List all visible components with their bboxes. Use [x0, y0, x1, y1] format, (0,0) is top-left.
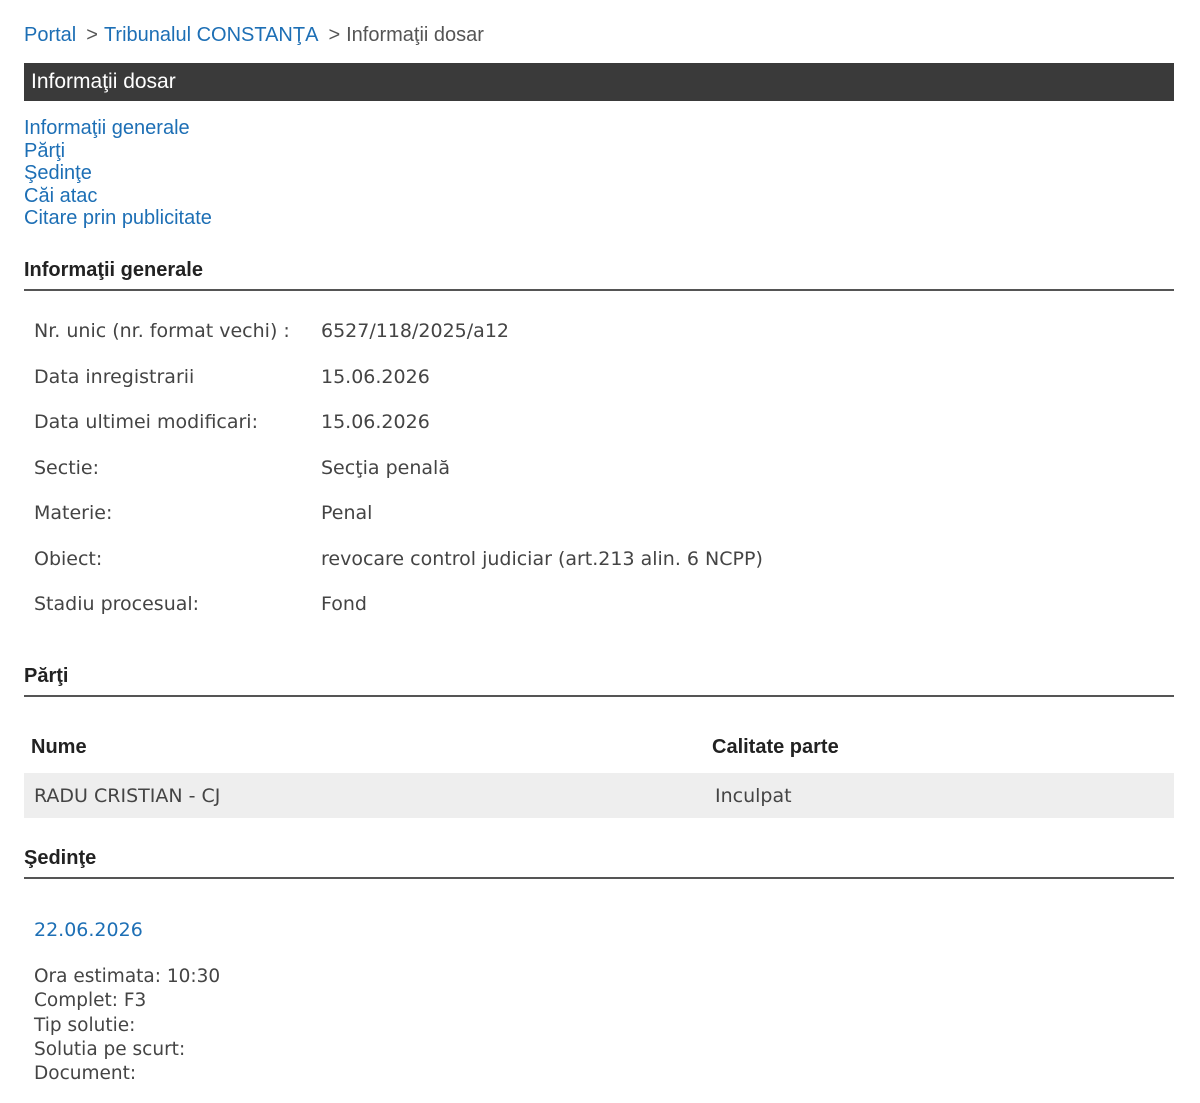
breadcrumb-court-link[interactable]: Tribunalul CONSTANŢA: [104, 24, 319, 46]
breadcrumb: Portal > Tribunalul CONSTANŢA > Informaţii d…: [24, 24, 484, 47]
breadcrumb-current: Informaţii dosar: [346, 24, 484, 46]
info-row: Nr. unic (nr. format vechi) : 6527/118/2…: [34, 320, 763, 366]
hearing-details: Ora estimata: 10:30 Complet: F3 Tip solu…: [34, 965, 220, 1086]
hearing-detail-solutia: Solutia pe scurt:: [34, 1038, 186, 1060]
section-nav: Informaţii generale Părţi Şedinţe Căi at…: [24, 117, 212, 230]
info-value: 15.06.2026: [321, 411, 430, 433]
breadcrumb-separator: >: [86, 24, 98, 46]
info-value: Secţia penală: [321, 456, 450, 479]
info-row: Sectie: Secţia penală: [34, 457, 763, 503]
nav-link-citare-prin-publicitate[interactable]: Citare prin publicitate: [24, 207, 212, 230]
party-role: Inculpat: [715, 785, 792, 807]
party-name: RADU CRISTIAN - CJ: [34, 785, 221, 807]
info-value: Penal: [321, 502, 373, 524]
column-header-nume: Nume: [31, 736, 87, 758]
info-label: Stadiu procesual:: [34, 593, 200, 615]
breadcrumb-separator: >: [328, 24, 341, 46]
info-row: Stadiu procesual: Fond: [34, 593, 763, 639]
page-title: Informaţii dosar: [24, 63, 1174, 101]
info-row: Data ultimei modificari: 15.06.2026: [34, 411, 763, 457]
info-row: Data inregistrarii 15.06.2026: [34, 366, 763, 412]
nav-link-informatii-generale[interactable]: Informaţii generale: [24, 117, 212, 140]
breadcrumb-portal-link[interactable]: Portal: [24, 24, 76, 46]
nav-link-sedinte[interactable]: Şedinţe: [24, 162, 212, 185]
hearing-detail-ora: Ora estimata: 10:30: [34, 966, 221, 987]
nav-link-parti[interactable]: Părţi: [24, 140, 212, 163]
info-value: 6527/118/2025/a12: [321, 320, 509, 342]
info-value: revocare control judiciar (art.213 alin.…: [321, 547, 763, 570]
column-header-calitate-parte: Calitate parte: [712, 736, 839, 758]
info-label: Materie:: [34, 502, 113, 524]
general-info-table: Nr. unic (nr. format vechi) : 6527/118/2…: [34, 320, 763, 639]
nav-link-cai-atac[interactable]: Căi atac: [24, 185, 212, 208]
hearing-detail-document: Document:: [34, 1063, 137, 1085]
hearing-date: 22.06.2026: [34, 919, 143, 941]
info-value: 15.06.2026: [321, 365, 430, 388]
hearing-detail-complet: Complet: F3: [34, 990, 147, 1012]
section-heading-parti: Părţi: [24, 665, 1174, 697]
section-heading-sedinte: Şedinţe: [24, 847, 1174, 879]
info-label: Data inregistrarii: [34, 365, 195, 388]
info-label: Data ultimei modificari:: [34, 411, 258, 433]
info-label: Nr. unic (nr. format vechi) :: [34, 320, 290, 342]
info-value: Fond: [321, 593, 367, 615]
info-row: Obiect: revocare control judiciar (art.2…: [34, 548, 763, 594]
table-row: RADU CRISTIAN - CJ Inculpat: [24, 773, 1174, 818]
info-label: Sectie:: [34, 456, 100, 479]
section-heading-informatii-generale: Informaţii generale: [24, 259, 1174, 291]
info-label: Obiect:: [34, 547, 103, 570]
info-row: Materie: Penal: [34, 502, 763, 548]
hearing-detail-tip-solutie: Tip solutie:: [34, 1014, 136, 1036]
